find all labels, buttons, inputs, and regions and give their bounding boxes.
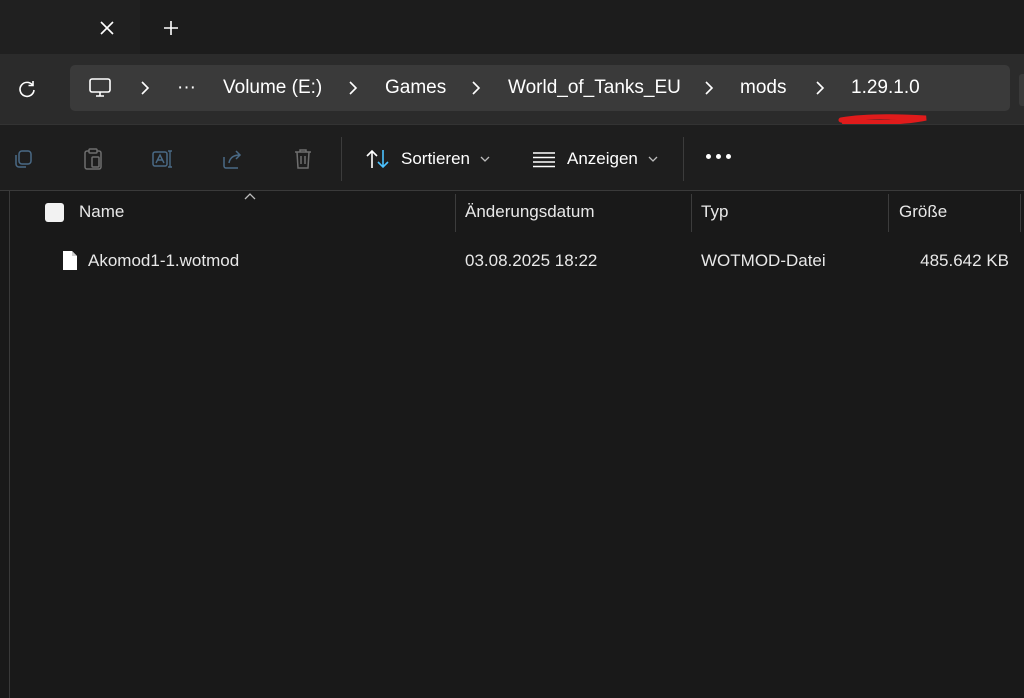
command-bar: Sortieren Anzeigen [0,124,1024,191]
pane-divider [9,191,10,698]
computer-icon[interactable] [88,65,112,111]
chevron-down-icon [648,156,658,162]
breadcrumb-world-of-tanks[interactable]: World_of_Tanks_EU [508,65,681,111]
sort-ascending-icon [244,193,256,200]
sort-label: Sortieren [401,149,470,168]
chevron-right-icon[interactable] [467,79,485,97]
column-divider[interactable] [888,194,889,232]
breadcrumb-games[interactable]: Games [385,65,446,111]
column-divider[interactable] [1020,194,1021,232]
file-name: Akomod1-1.wotmod [88,251,240,270]
share-icon[interactable] [220,146,246,172]
select-all-checkbox[interactable] [45,203,64,222]
chevron-right-icon[interactable] [136,79,154,97]
view-label: Anzeigen [567,149,638,168]
file-list: Name Änderungsdatum Typ Größe Akomod1-1.… [0,191,1024,698]
search-box-edge[interactable] [1019,74,1024,106]
sort-button[interactable]: Sortieren [365,143,490,175]
file-icon [63,251,77,270]
toolbar-divider [341,137,342,181]
breadcrumb-version[interactable]: 1.29.1.0 [851,65,920,111]
file-size: 485.642 KB [920,251,1009,270]
address-bar[interactable]: ··· Volume (E:) Games World_of_Tanks_EU … [70,65,1010,111]
view-button[interactable]: Anzeigen [531,143,658,175]
column-header-type[interactable]: Typ [701,191,728,233]
column-header-date[interactable]: Änderungsdatum [465,191,594,233]
table-row[interactable]: Akomod1-1.wotmod 03.08.2025 18:22 WOTMOD… [12,241,1020,281]
chevron-right-icon[interactable] [811,79,829,97]
column-header-name[interactable]: Name [79,191,124,233]
chevron-right-icon[interactable] [344,79,362,97]
plus-icon[interactable] [160,17,182,39]
toolbar-divider [683,137,684,181]
active-tab[interactable] [0,0,140,54]
breadcrumb-mods[interactable]: mods [740,65,786,111]
chevron-right-icon[interactable] [700,79,718,97]
file-type: WOTMOD-Datei [701,251,826,270]
trash-icon[interactable] [290,146,316,172]
rename-icon[interactable] [150,146,176,172]
copy-icon[interactable] [10,146,36,172]
column-header-size[interactable]: Größe [899,191,947,233]
close-icon[interactable] [96,17,118,39]
breadcrumb-overflow[interactable]: ··· [177,65,196,111]
file-date: 03.08.2025 18:22 [465,251,598,270]
breadcrumb-volume[interactable]: Volume (E:) [223,65,322,111]
view-list-icon [533,152,555,168]
column-divider[interactable] [691,194,692,232]
tab-strip [0,0,1024,54]
paste-icon[interactable] [80,146,106,172]
more-icon[interactable] [706,154,731,159]
chevron-down-icon [480,156,490,162]
column-divider[interactable] [455,194,456,232]
refresh-icon[interactable] [14,76,40,102]
sort-icon [366,149,389,169]
